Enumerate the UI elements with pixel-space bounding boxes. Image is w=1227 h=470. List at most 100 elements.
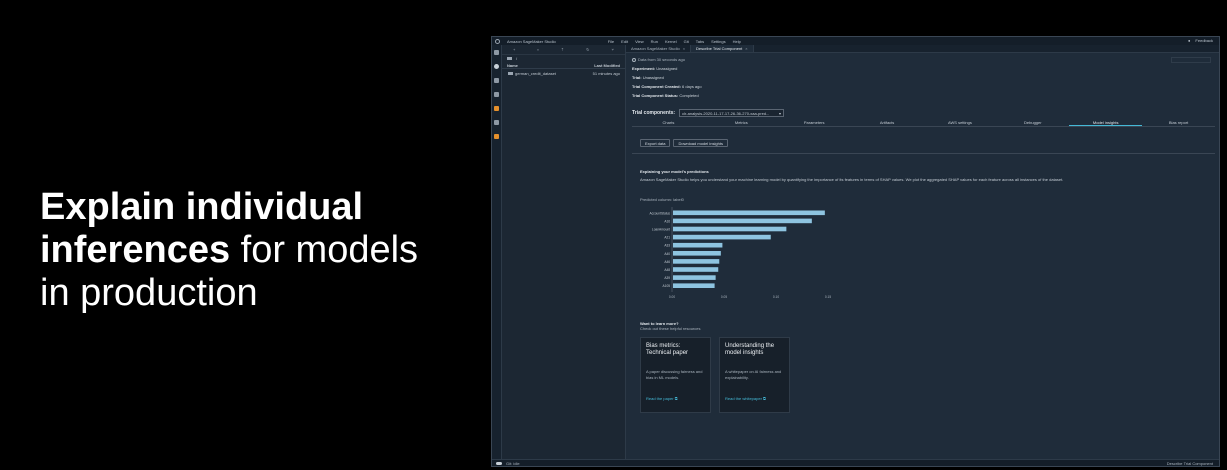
menu-git[interactable]: Git (684, 39, 689, 44)
notification-icon[interactable]: ● (1188, 38, 1190, 43)
y-tick-label: A48 (664, 268, 670, 272)
menu-run[interactable]: Run (651, 39, 658, 44)
running-icon[interactable] (494, 64, 499, 69)
experiment-key: Experiment: (632, 66, 656, 71)
trial-components-select[interactable]: clr-analysis-2020-11-17-17-26-36-270-xaa… (679, 109, 785, 117)
export-data-button[interactable]: Export data (640, 139, 671, 147)
bar-A46 (673, 259, 720, 264)
card-desc: A whitepaper on AI fairness and explaina… (725, 369, 782, 380)
menu-edit[interactable]: Edit (621, 39, 628, 44)
subtabs: Charts Metrics Parameters Artifacts AWS … (632, 119, 1215, 127)
divider (632, 153, 1215, 154)
status-mode: Git: idle (506, 460, 520, 466)
experiments-icon[interactable] (494, 106, 499, 111)
menu-tabs[interactable]: Tabs (696, 39, 704, 44)
trial-components-row: Trial components: clr-analysis-2020-11-1… (632, 109, 785, 117)
simple-mode-toggle[interactable] (496, 461, 502, 465)
export-button[interactable] (1171, 57, 1211, 63)
status-right: Describe Trial Component (1166, 460, 1213, 466)
menu-kernel[interactable]: Kernel (665, 39, 677, 44)
subtab-model-insights[interactable]: Model insights (1069, 119, 1143, 126)
file-row[interactable]: german_credit_dataset 51 minutes ago (502, 69, 625, 77)
menu-settings[interactable]: Settings (711, 39, 725, 44)
y-tick-label: AccountStatus (649, 211, 670, 215)
y-tick-label: A46 (664, 260, 670, 264)
headline-line1: Explain individual (40, 186, 364, 228)
subtab-charts[interactable]: Charts (632, 119, 705, 126)
resource-cards: Bias metrics: Technical paper A paper di… (640, 337, 790, 413)
action-buttons: Export data Download model insights (640, 139, 728, 147)
y-tick-label: A21 (664, 236, 670, 240)
tab-label: Amazon SageMaker Studio (631, 46, 680, 51)
read-whitepaper-link[interactable]: Read the whitepaper ⧉ (725, 396, 766, 401)
subtab-debugger[interactable]: Debugger (996, 119, 1069, 126)
bar-A105 (673, 283, 715, 288)
y-tick-label: A40 (664, 252, 670, 256)
commands-icon[interactable] (494, 92, 499, 97)
learn-sub: Check out these helpful resources (640, 326, 701, 331)
file-list-header: Name Last Modified (502, 62, 625, 69)
trial-key: Trial: (632, 75, 642, 80)
subtab-parameters[interactable]: Parameters (778, 119, 851, 126)
menu-help[interactable]: Help (733, 39, 741, 44)
x-tick-label: 0.10 (773, 295, 779, 299)
trial-component-content: Data from 30 seconds ago Experiment: Una… (632, 57, 1215, 459)
bar-A16 (673, 218, 812, 224)
tabs-icon[interactable] (494, 120, 499, 125)
upload-icon[interactable]: ⇡ (561, 47, 564, 52)
y-tick-label: A39 (664, 276, 670, 280)
chevron-down-icon: ▾ (779, 110, 782, 116)
menu-view[interactable]: View (635, 39, 644, 44)
feedback-link[interactable]: Feedback (1195, 38, 1213, 43)
breadcrumb-path[interactable]: / (516, 56, 517, 61)
learn-more: Want to learn more? Check out these help… (640, 321, 700, 331)
x-tick-label: 0.05 (721, 295, 727, 299)
y-tick-label: A33 (664, 244, 670, 248)
column-last-modified[interactable]: Last Modified (594, 63, 620, 68)
menu-right: ● Feedback (1188, 38, 1213, 43)
git-clone-icon[interactable]: ⑂ (612, 47, 614, 52)
subtab-artifacts[interactable]: Artifacts (851, 119, 924, 126)
resource-card: Understanding the model insights A white… (719, 337, 790, 413)
close-icon[interactable]: × (745, 46, 747, 51)
refresh-status[interactable]: Data from 30 seconds ago (632, 57, 1215, 62)
read-paper-link[interactable]: Read the paper ⧉ (646, 396, 678, 401)
explain-body: Amazon SageMaker Studio helps you unders… (640, 177, 1064, 182)
bar-A33 (673, 242, 723, 248)
breadcrumb-folder-icon[interactable] (507, 57, 512, 60)
created-key: Trial Component Created: (632, 84, 681, 89)
folder-icon[interactable] (494, 50, 499, 55)
file-modified: 51 minutes ago (592, 70, 620, 76)
app-title: Amazon SageMaker Studio (507, 38, 556, 44)
new-folder-icon[interactable]: ▪ (537, 47, 538, 52)
components-icon[interactable] (494, 134, 499, 139)
card-title: Understanding the model insights (725, 343, 775, 356)
explain-heading: Explaining your model's predictions (640, 169, 709, 174)
file-browser-toolbar: + ▪ ⇡ ↻ ⑂ (502, 45, 625, 55)
folder-icon (508, 71, 513, 75)
subtab-bias-report[interactable]: Bias report (1142, 119, 1215, 126)
bar-AccountStatus (673, 210, 825, 216)
trial-value: Unassigned (642, 75, 664, 80)
column-name[interactable]: Name (507, 63, 518, 68)
main-area: Amazon SageMaker Studio × Describe Trial… (626, 45, 1219, 459)
status-key: Trial Component Status: (632, 93, 679, 98)
created-value: 6 days ago (682, 84, 702, 89)
bar-LoanAmount (673, 226, 787, 232)
download-model-insights-button[interactable]: Download model insights (673, 139, 728, 147)
x-tick-label: 0.00 (669, 295, 675, 299)
x-tick-label: 0.15 (825, 295, 831, 299)
subtab-metrics[interactable]: Metrics (705, 119, 778, 126)
shap-bar-chart: AccountStatus A16 LoanAmount A21 A33 A40 A46 A4… (649, 207, 831, 299)
subtab-aws-settings[interactable]: AWS settings (924, 119, 997, 126)
headline: Explain individual inferences for models… (40, 186, 480, 315)
sagemaker-logo-icon (495, 38, 500, 44)
tab-sagemaker-studio[interactable]: Amazon SageMaker Studio × (626, 45, 692, 52)
new-launcher-icon[interactable]: + (513, 47, 515, 52)
git-icon[interactable] (494, 78, 499, 83)
headline-line2-bold: inferences (40, 229, 231, 271)
refresh-icon[interactable]: ↻ (586, 47, 589, 52)
close-icon[interactable]: × (683, 46, 685, 51)
menu-file[interactable]: File (608, 39, 614, 44)
tab-describe-trial-component[interactable]: Describe Trial Component × (691, 45, 754, 52)
